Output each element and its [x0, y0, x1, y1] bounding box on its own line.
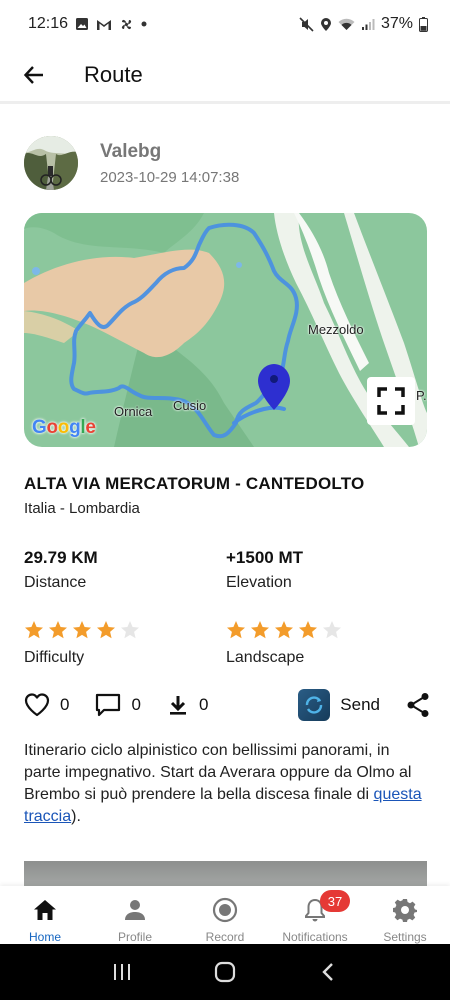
download-count: 0: [198, 695, 209, 714]
nav-notifications[interactable]: 37 Notifications: [270, 886, 360, 944]
star-icon: [97, 621, 115, 639]
nav-home-label: Home: [28, 930, 61, 944]
download-icon: [169, 696, 186, 715]
like-count: 0: [60, 695, 70, 714]
star-icon: [227, 621, 245, 639]
wifi-icon: [338, 18, 355, 31]
location-icon: [320, 17, 332, 32]
share-icon: [407, 693, 429, 717]
back-button[interactable]: [14, 55, 54, 95]
chevron-left-icon: [322, 963, 334, 981]
star-icon: [73, 621, 91, 639]
battery-percent: 37%: [380, 15, 413, 32]
fullscreen-icon: [377, 387, 405, 415]
download-button[interactable]: 0: [167, 694, 208, 716]
map-label-cusio: Cusio: [173, 398, 207, 413]
like-button[interactable]: 0: [24, 693, 69, 717]
share-button[interactable]: [406, 692, 430, 718]
map-label-ornica: Ornica: [114, 404, 153, 419]
send-device-icon: [298, 689, 331, 721]
comment-icon: [96, 693, 121, 717]
route-date: 2023-10-29 14:07:38: [100, 168, 240, 186]
star-icon: [275, 621, 293, 639]
landscape-rating: Landscape: [226, 620, 342, 667]
route-description: Itinerario ciclo alpinistico con belliss…: [24, 740, 424, 828]
gmail-icon: [96, 18, 112, 31]
back-system-button[interactable]: [308, 952, 348, 992]
map-label-mezzoldo: Mezzoldo: [308, 322, 364, 337]
nav-record[interactable]: Record: [180, 886, 270, 944]
difficulty-label: Difficulty: [24, 649, 85, 666]
notifications-badge: 37: [320, 890, 350, 912]
status-bar: 12:16 37%: [0, 0, 450, 48]
action-bar: 0 0 0 Send: [24, 686, 430, 724]
send-label: Send: [340, 695, 380, 714]
landscape-label: Landscape: [226, 649, 305, 666]
app-bar: Route: [0, 48, 450, 104]
status-time: 12:16: [28, 15, 69, 32]
send-button[interactable]: Send: [298, 689, 380, 721]
nav-settings-label: Settings: [383, 930, 427, 944]
battery-icon: [419, 16, 428, 32]
google-logo: Google: [32, 417, 96, 438]
gear-icon: [393, 898, 417, 922]
recent-apps-icon: [113, 964, 130, 980]
landscape-stars: [226, 620, 342, 640]
author-name[interactable]: Valebg: [100, 141, 239, 163]
distance-value: 29.79 KM: [24, 548, 98, 567]
distance-label: Distance: [24, 574, 87, 591]
comment-button[interactable]: 0: [95, 693, 141, 717]
route-title: ALTA VIA MERCATORUM - CANTEDOLTO: [24, 474, 365, 493]
star-icon: [49, 621, 67, 639]
gallery-icon: [75, 17, 89, 31]
difficulty-stars: [24, 620, 140, 640]
route-region: Italia - Lombardia: [24, 500, 140, 517]
star-icon: [25, 621, 43, 639]
heart-icon: [24, 693, 50, 717]
person-icon: [125, 899, 145, 920]
signal-icon: [361, 18, 375, 31]
fullscreen-button[interactable]: [367, 377, 415, 425]
bottom-navigation: Home Profile Record 37 Notifications Set…: [0, 886, 450, 944]
elevation-label: Elevation: [226, 574, 292, 591]
star-icon: [121, 621, 139, 639]
notification-dot-icon: [141, 21, 147, 27]
nav-notifications-label: Notifications: [282, 930, 348, 944]
map-label-edge: P...orr: [416, 388, 427, 403]
elevation-stat: +1500 MT Elevation: [226, 548, 303, 592]
record-icon: [212, 897, 238, 922]
author-info: Valebg 2023-10-29 14:07:38: [24, 136, 239, 190]
mute-icon: [299, 16, 314, 32]
nav-record-label: Record: [205, 930, 245, 944]
description-text: Itinerario ciclo alpinistico con belliss…: [24, 742, 412, 803]
star-icon: [299, 621, 317, 639]
nav-settings[interactable]: Settings: [360, 886, 450, 944]
star-icon: [251, 621, 269, 639]
home-icon: [34, 899, 56, 920]
arrow-back-icon: [23, 65, 43, 84]
page-title: Route: [84, 61, 143, 87]
home-button-icon: [214, 961, 236, 983]
route-map[interactable]: Mezzoldo Ornica Cusio P...orr Google: [24, 213, 427, 447]
elevation-value: +1500 MT: [226, 548, 304, 567]
distance-stat: 29.79 KM Distance: [24, 548, 98, 592]
nav-profile-label: Profile: [117, 930, 152, 944]
pinwheel-icon: [119, 17, 134, 32]
home-system-button[interactable]: [205, 952, 245, 992]
nav-home[interactable]: Home: [0, 886, 90, 944]
difficulty-rating: Difficulty: [24, 620, 140, 667]
system-navigation-bar: [0, 944, 450, 1000]
recent-apps-button[interactable]: [102, 952, 142, 992]
avatar[interactable]: [24, 136, 78, 190]
nav-profile[interactable]: Profile: [90, 886, 180, 944]
comment-count: 0: [131, 695, 141, 714]
description-suffix: ).: [71, 808, 81, 825]
star-icon: [323, 621, 341, 639]
